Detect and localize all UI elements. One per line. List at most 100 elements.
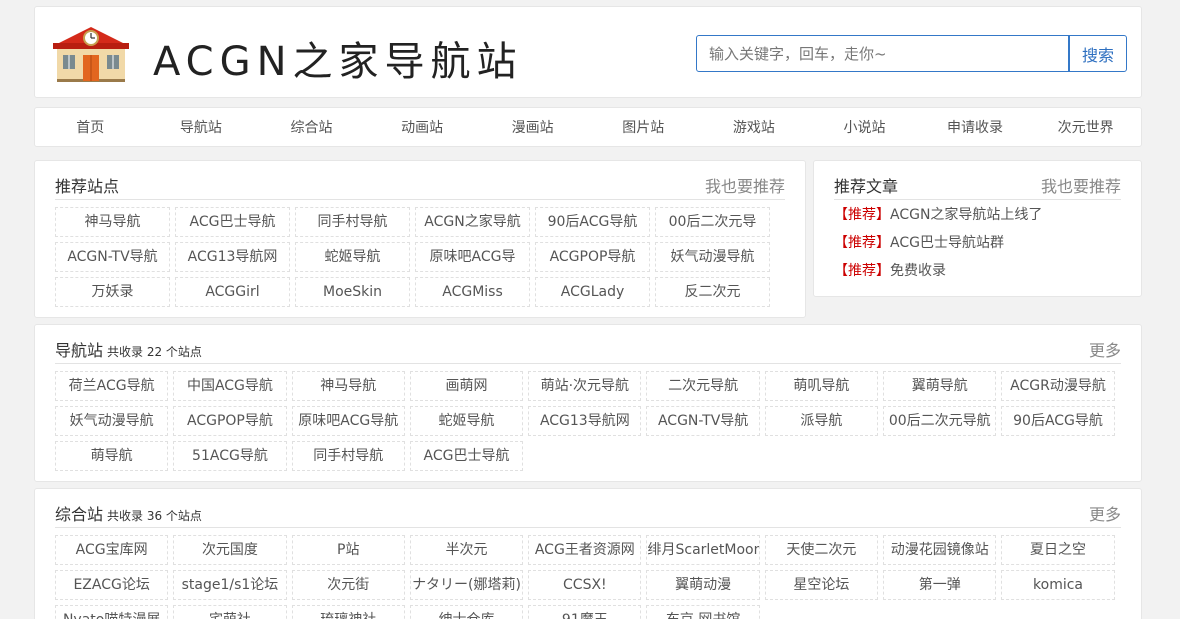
site-link[interactable]: 90后ACG导航 (535, 207, 650, 237)
site-link[interactable]: ACGN-TV导航 (55, 242, 170, 272)
nav-item[interactable]: 图片站 (588, 117, 699, 137)
site-link[interactable]: MoeSkin (295, 277, 410, 307)
site-link[interactable]: ACG13导航网 (528, 406, 642, 436)
site-link[interactable]: 蛇姬导航 (295, 242, 410, 272)
site-link[interactable]: 半次元 (409, 535, 524, 565)
nav-item[interactable]: 次元世界 (1030, 117, 1141, 137)
site-link[interactable]: 二次元导航 (646, 371, 760, 401)
site-link[interactable]: 第一弹 (883, 570, 997, 600)
section-title-text: 导航站 (55, 341, 104, 360)
article-title[interactable]: ACGN之家导航站上线了 (890, 207, 1042, 223)
site-link[interactable]: 天使二次元 (764, 535, 879, 565)
general-sites-more-link[interactable]: 更多 (1089, 501, 1121, 525)
site-link[interactable]: 神马导航 (55, 207, 170, 237)
site-link[interactable]: EZACG论坛 (55, 570, 169, 600)
nav-item[interactable]: 漫画站 (477, 117, 588, 137)
article-item[interactable]: 【推荐】ACG巴士导航站群 (834, 235, 1042, 263)
site-link[interactable]: CCSX! (528, 570, 642, 600)
site-link[interactable]: ACGN之家导航 (415, 207, 530, 237)
site-link[interactable]: 妖气动漫导航 (55, 406, 169, 436)
site-link[interactable]: komica (1001, 570, 1115, 600)
site-link[interactable]: ACG王者资源网 (528, 535, 642, 565)
nav-item[interactable]: 动画站 (367, 117, 478, 137)
site-link[interactable]: ACGR动漫导航 (1001, 371, 1115, 401)
site-link[interactable]: 蛇姬导航 (409, 406, 524, 436)
section-header: 推荐文章 我也要推荐 (834, 171, 1121, 200)
section-header: 推荐站点 我也要推荐 (55, 171, 785, 200)
site-link[interactable]: 荷兰ACG导航 (55, 371, 169, 401)
site-link[interactable]: 宅萌社 (173, 605, 287, 619)
article-tag: 【推荐】 (834, 207, 890, 223)
site-link[interactable]: 00后二次元导航 (883, 406, 997, 436)
article-list: 【推荐】ACGN之家导航站上线了 【推荐】ACG巴士导航站群 【推荐】免费收录 (834, 207, 1042, 291)
site-link[interactable]: 绅士仓库 (409, 605, 524, 619)
site-link[interactable]: 同手村导航 (291, 441, 405, 471)
general-sites-section: 综合站 共收录 36 个站点 更多 ACG宝库网 次元国度 P站 半次元 ACG王者资源网… (34, 488, 1142, 619)
nav-sites-section: 导航站 共收录 22 个站点 更多 荷兰ACG导航 中国ACG导航 神马导航 画萌网 萌站… (34, 324, 1142, 482)
site-link[interactable]: ACGMiss (415, 277, 530, 307)
nav-sites-more-link[interactable]: 更多 (1089, 337, 1121, 361)
site-link[interactable]: 翼萌导航 (883, 371, 997, 401)
site-link[interactable]: 中国ACG导航 (173, 371, 287, 401)
site-link[interactable]: 神马导航 (291, 371, 405, 401)
site-link[interactable]: ACG巴士导航 (175, 207, 290, 237)
nav-item[interactable]: 综合站 (256, 117, 367, 137)
site-link[interactable]: ACG13导航网 (175, 242, 290, 272)
site-link[interactable]: 派导航 (764, 406, 879, 436)
site-link[interactable]: 同手村导航 (295, 207, 410, 237)
site-link[interactable]: ナタリー(娜塔莉) (409, 570, 524, 600)
nav-item[interactable]: 游戏站 (699, 117, 810, 137)
site-link[interactable]: ACG巴士导航 (409, 441, 524, 471)
site-link[interactable]: 绯月ScarletMoon (646, 535, 760, 565)
site-link[interactable]: Nyato喵特漫展 (55, 605, 169, 619)
site-link[interactable]: 原味吧ACG导 (415, 242, 530, 272)
nav-item[interactable]: 小说站 (809, 117, 920, 137)
site-link[interactable]: 91魔王 (528, 605, 642, 619)
site-link[interactable]: 萌导航 (55, 441, 169, 471)
site-link[interactable]: 00后二次元导 (655, 207, 770, 237)
search-input[interactable] (696, 35, 1069, 72)
site-link[interactable]: 妖气动漫导航 (655, 242, 770, 272)
site-link[interactable]: 次元国度 (173, 535, 287, 565)
site-link[interactable]: stage1/s1论坛 (173, 570, 287, 600)
site-link[interactable]: ACGPOP导航 (535, 242, 650, 272)
section-title-text: 综合站 (55, 505, 104, 524)
articles-more-link[interactable]: 我也要推荐 (1041, 173, 1121, 197)
site-link[interactable]: 万妖录 (55, 277, 170, 307)
site-link[interactable]: 反二次元 (655, 277, 770, 307)
article-title[interactable]: 免费收录 (890, 263, 946, 279)
nav-item[interactable]: 申请收录 (920, 117, 1031, 137)
site-link[interactable]: 原味吧ACG导航 (291, 406, 405, 436)
recommend-more-link[interactable]: 我也要推荐 (705, 173, 785, 197)
site-link[interactable]: ACGPOP导航 (173, 406, 287, 436)
nav-item[interactable]: 导航站 (146, 117, 257, 137)
article-item[interactable]: 【推荐】免费收录 (834, 263, 1042, 291)
site-title[interactable]: ACGN之家导航站 (153, 29, 523, 87)
site-link[interactable]: 51ACG导航 (173, 441, 287, 471)
site-link[interactable]: 萌站·次元导航 (528, 371, 642, 401)
section-header: 导航站 共收录 22 个站点 更多 (55, 335, 1121, 364)
site-link[interactable]: ACGLady (535, 277, 650, 307)
site-link[interactable]: 琉璃神社 (291, 605, 405, 619)
site-link[interactable]: 次元街 (291, 570, 405, 600)
site-link[interactable]: 星空论坛 (764, 570, 879, 600)
nav-item[interactable]: 首页 (35, 117, 146, 137)
search-button[interactable]: 搜索 (1069, 35, 1127, 72)
site-link[interactable]: ACGN-TV导航 (646, 406, 760, 436)
article-tag: 【推荐】 (834, 263, 890, 279)
article-item[interactable]: 【推荐】ACGN之家导航站上线了 (834, 207, 1042, 235)
site-link[interactable]: 画萌网 (409, 371, 524, 401)
site-link[interactable]: 动漫花园镜像站 (883, 535, 997, 565)
site-link[interactable]: 90后ACG导航 (1001, 406, 1115, 436)
site-link[interactable]: ACGGirl (175, 277, 290, 307)
site-link[interactable]: 东京 网书馆 (646, 605, 760, 619)
site-link[interactable]: P站 (291, 535, 405, 565)
section-title: 推荐文章 (834, 177, 899, 196)
house-logo-icon[interactable] (51, 23, 131, 83)
site-link[interactable]: ACG宝库网 (55, 535, 169, 565)
site-link[interactable]: 翼萌动漫 (646, 570, 760, 600)
site-link[interactable]: 夏日之空 (1001, 535, 1115, 565)
site-link[interactable]: 萌叽导航 (764, 371, 879, 401)
article-title[interactable]: ACG巴士导航站群 (890, 235, 1004, 251)
site-count: 共收录 36 个站点 (107, 509, 202, 523)
